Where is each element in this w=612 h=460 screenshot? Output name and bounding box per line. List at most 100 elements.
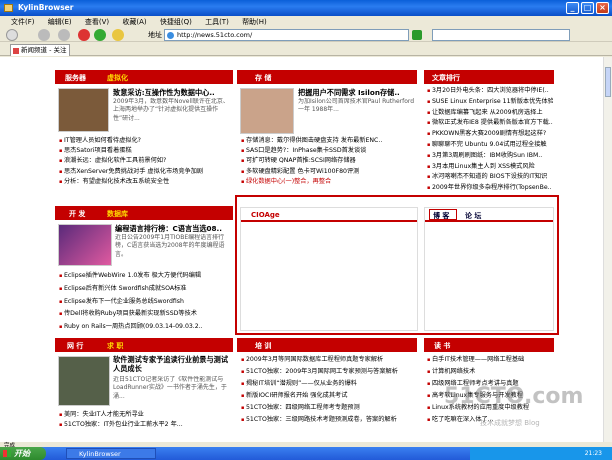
home-icon[interactable] — [112, 29, 124, 41]
list-item[interactable]: 新版IOCI研师报名开始 强化成其考试 — [241, 390, 415, 402]
refresh-icon[interactable] — [94, 29, 106, 41]
virtualization-tab[interactable]: 虚拟化 — [107, 73, 128, 83]
vertical-scrollbar[interactable] — [603, 57, 612, 442]
tab-label: 新闻频道 - 关注 — [21, 46, 67, 54]
globe-icon — [167, 32, 174, 39]
list-item[interactable]: SAS口是趋势?：InPhase集卡SSD首发谈谈 — [241, 146, 415, 156]
start-button[interactable]: 开始 — [0, 447, 46, 460]
list-item[interactable]: 3月第3周刷刷图纸：IBM收购Sun IBM.. — [427, 151, 553, 162]
jobs-tab[interactable]: 求 职 — [107, 341, 123, 351]
list-item[interactable]: 绿化数据中心(一)整合，再整合 — [241, 177, 415, 187]
stop-icon[interactable] — [78, 29, 90, 41]
ranking-tab[interactable]: 文章排行 — [432, 73, 460, 83]
taskbar-item-browser[interactable]: KylinBrowser — [66, 448, 156, 459]
dev-summary: 近日公告2009年1月TIOBE编程语言排行榜，C语言获当选为2008年的年度编… — [115, 234, 225, 258]
list-item[interactable]: 51CTO独家：IT外包业行业工薪水平2 年... — [59, 420, 231, 430]
storage-tab[interactable]: 存 储 — [255, 73, 271, 83]
list-item[interactable]: 存储消息：戴尔得供图击硬盘支持 发布最新ENC.. — [241, 136, 415, 146]
search-input[interactable] — [432, 29, 570, 41]
list-item[interactable]: 白手IT技术管理——网络工程基础 — [427, 354, 553, 366]
dev-headline[interactable]: 编程语言排行榜：C语言当选08.. — [115, 224, 231, 234]
storage-headline[interactable]: 把握用户不同需求 Isilon存储.. — [298, 88, 416, 98]
menu-help[interactable]: 帮助(H) — [242, 18, 267, 26]
maximize-button[interactable]: □ — [581, 2, 594, 14]
menu-file[interactable]: 文件(F) — [11, 18, 35, 26]
list-item[interactable]: 3月20日外电头条：四大浏览器将中停IE(.. — [427, 86, 553, 97]
server-summary: 2009年3月，致意数年Novell联许在北京、上海两地举办了“针对虚拟化提供互… — [113, 98, 229, 122]
training-tab[interactable]: 培 训 — [255, 341, 271, 351]
storage-summary: 为加Isilon公司首席技术官Paul Rutherford一年 1988年..… — [298, 98, 415, 114]
list-item[interactable]: 3月本用Linux集主人到 XSS模式风险 — [427, 162, 553, 173]
list-item[interactable]: 浪潮长远：虚拟化软件工具前景何如? — [59, 156, 231, 166]
list-item[interactable]: 计算机网络技术 — [427, 366, 553, 378]
ranking-section: 文章排行 3月20日外电头条：四大浏览器将中停IE(.. SUSE Linux … — [424, 70, 554, 195]
list-item[interactable]: 思杰XenServer免费挑战对手 虚拟化市场竞争加剧 — [59, 167, 231, 177]
minimize-button[interactable]: _ — [566, 2, 579, 14]
server-tab[interactable]: 服务器 — [65, 73, 86, 83]
menu-bar: 文件(F) 编辑(E) 查看(V) 收藏(A) 快捷组(Q) 工具(T) 帮助(… — [0, 16, 612, 28]
list-item[interactable]: 2009年世界你级多杂程序排行(TopsenBe.. — [427, 183, 553, 194]
back-icon[interactable] — [38, 29, 50, 41]
list-item[interactable]: 分析：有望虚拟化技术改五系统安全性 — [59, 177, 231, 187]
list-item[interactable]: 微软正式发布IE8 提供最新各版本官方下载.. — [427, 118, 553, 129]
list-item[interactable]: 51CTO独家：四级网络工程师考专题预测 — [241, 402, 415, 414]
career-section: 网 行 求 职 软件测试专家予追读行业前景与测试人员成长 近日51CTO记者采访… — [55, 338, 233, 442]
executive-photo[interactable] — [240, 88, 294, 134]
system-tray: 21:23 — [470, 447, 612, 460]
go-button[interactable] — [412, 30, 422, 40]
list-item[interactable]: 聊聊聊不完 Ubuntu 9.04试用过程全接触 — [427, 140, 553, 151]
language-ranking-image[interactable] — [58, 224, 112, 266]
list-item[interactable]: Ruby on Rails一周热点回顾(09.03.14-09.03.2.. — [59, 321, 231, 334]
list-item[interactable]: Eclipse后有新兴体 Swordfish成就SOA标准 — [59, 283, 231, 296]
menu-edit[interactable]: 编辑(E) — [48, 18, 72, 26]
list-item[interactable]: 美同：失业IT人才能无所寻业 — [59, 410, 231, 420]
list-item[interactable]: IT管理人员如何看待虚拟化? — [59, 136, 231, 146]
list-item[interactable]: 51CTO独家：2009年3月国际网工专家预测与答案解析 — [241, 366, 415, 378]
list-item[interactable]: 可扩可转硬 QNAP首推:SCSI网络存储器 — [241, 156, 415, 166]
new-page-icon[interactable] — [6, 29, 18, 41]
expert-photo[interactable] — [58, 356, 110, 406]
books-tab[interactable]: 读 书 — [434, 341, 450, 351]
app-icon — [4, 4, 13, 12]
menu-tools[interactable]: 工具(T) — [205, 18, 229, 26]
title-bar: KylinBrowser _ □ × — [0, 0, 612, 16]
list-item[interactable]: 揭秘IT培训“潜规则”——仅从业务的爆料 — [241, 378, 415, 390]
clock[interactable]: 21:23 — [585, 450, 602, 457]
windows-flag-icon — [3, 450, 11, 457]
list-item[interactable]: 冰河喀喇杰不知道的 BIOS下设技的IT知识 — [427, 172, 553, 183]
list-item[interactable]: 传Dell将收购Ruby项目获最新实现新SSD等技术 — [59, 308, 231, 321]
menu-favorites[interactable]: 收藏(A) — [122, 18, 146, 26]
address-input[interactable]: http://news.51cto.com/ — [164, 29, 409, 41]
tab-news[interactable]: 新闻频道 - 关注 — [10, 44, 70, 56]
list-item[interactable]: PKKOWN黑客大赛2009剧情有想起这样? — [427, 129, 553, 140]
dev-list: Eclipse插件WebWire 1.0发布 极大方便代码编辑 Eclipse后… — [59, 270, 231, 334]
network-tab[interactable]: 网 行 — [67, 341, 83, 351]
list-item[interactable]: 多软硬盘精彩配置 色卡可Wi100F80评测 — [241, 167, 415, 177]
list-item[interactable]: Eclipse发布下一代企业服务总线Swordfish — [59, 296, 231, 309]
close-button[interactable]: × — [596, 2, 609, 14]
forward-icon[interactable] — [58, 29, 70, 41]
list-item[interactable]: 让数据库编纂飞起来 从2009机房选择上 — [427, 108, 553, 119]
address-url: http://news.51cto.com/ — [177, 31, 253, 39]
list-item[interactable]: 思杰Satori项目看着蛋糕 — [59, 146, 231, 156]
database-tab[interactable]: 数据库 — [107, 209, 128, 219]
server-headline[interactable]: 致意采访:互操作性为数据中心.. — [113, 88, 231, 98]
conference-photo[interactable] — [58, 88, 109, 132]
career-headline[interactable]: 软件测试专家予追读行业前景与测试人员成长 — [113, 355, 231, 373]
taskbar-item-label: KylinBrowser — [79, 450, 121, 458]
address-label: 地址 — [148, 31, 162, 39]
ranking-list: 3月20日外电头条：四大浏览器将中停IE(.. SUSE Linux Enter… — [427, 86, 553, 194]
list-item[interactable]: 51CTO独家：三级网路技术考题预测成卷，答案的解析 — [241, 414, 415, 426]
start-label: 开始 — [14, 449, 30, 458]
training-section: 培 训 2009年3月等同国际数据库工程程师真题专家解析 51CTO独家：200… — [237, 338, 417, 442]
menu-quickgroup[interactable]: 快捷组(Q) — [160, 18, 192, 26]
dev-tab[interactable]: 开 发 — [69, 209, 85, 219]
scrollbar-thumb[interactable] — [605, 67, 611, 97]
highlight-frame — [235, 195, 559, 335]
menu-view[interactable]: 查看(V) — [85, 18, 109, 26]
list-item[interactable]: SUSE Linux Enterprise 11新版本优先体验 — [427, 97, 553, 108]
list-item[interactable]: Eclipse插件WebWire 1.0发布 极大方便代码编辑 — [59, 270, 231, 283]
storage-section: 存 储 把握用户不同需求 Isilon存储.. 为加Isilon公司首席技术官P… — [237, 70, 417, 195]
list-item[interactable]: 2009年3月等同国际数据库工程程师真题专家解析 — [241, 354, 415, 366]
window-title: KylinBrowser — [18, 3, 74, 12]
